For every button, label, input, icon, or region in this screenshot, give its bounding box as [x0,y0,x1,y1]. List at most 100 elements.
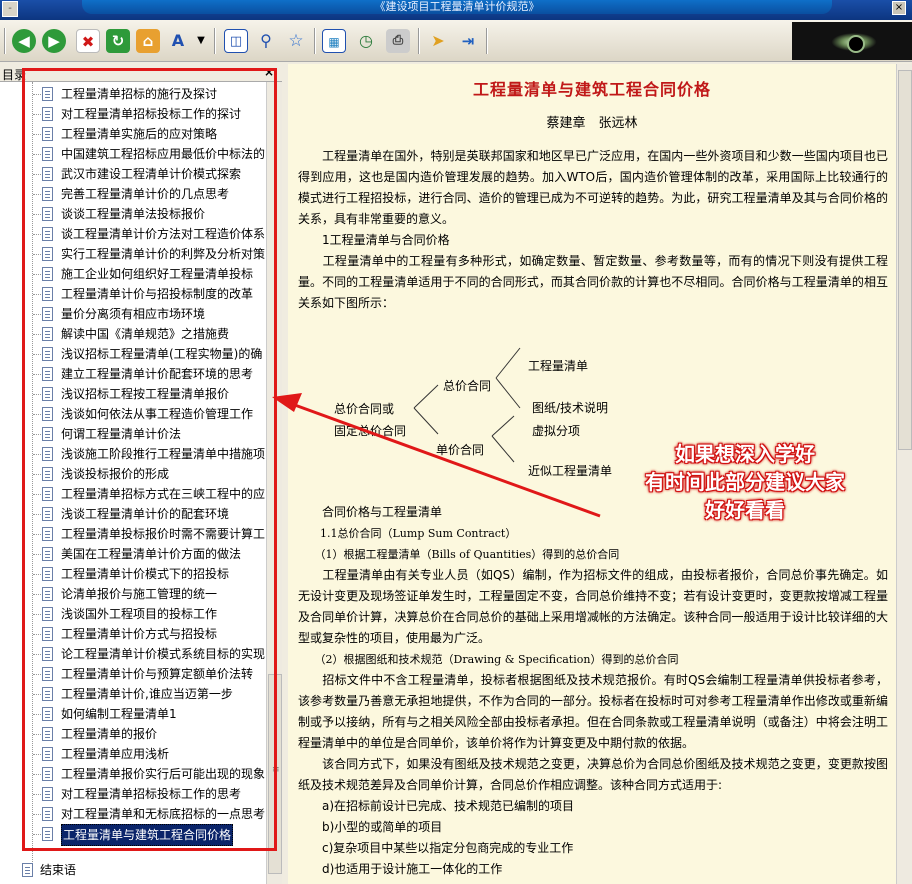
toc-close-button[interactable]: × [264,65,274,79]
toc-item-label: 工程量清单计价与预算定额单价法转 [61,667,254,681]
image-icon[interactable]: ▦ [322,29,346,53]
document-icon [42,507,53,521]
toc-item-label: 浅谈工程量清单计价的配套环境 [61,507,230,521]
article-authors: 蔡建章 张远林 [546,116,638,131]
paragraph: 招标文件中不含工程量清单，投标者根据图纸及技术规范报价。有时QS会编制工程量清单… [298,673,888,750]
print-icon[interactable]: ⎙ [386,29,410,53]
tree-branch-line [33,614,41,615]
toc-item-label: 工程量清单招标方式在三峡工程中的应 [61,487,265,501]
article-scrollbar[interactable] [896,64,912,884]
toc-scrollbar[interactable]: ≡ [266,82,282,884]
toc-title: 目录 [2,68,27,82]
tree-branch-line [33,774,41,775]
tree-branch-line [33,734,41,735]
panel-icon[interactable]: ◫ [224,29,248,53]
document-icon [42,767,53,781]
forward-icon[interactable]: ▶ [42,29,66,53]
export-icon[interactable]: ⇥ [456,29,480,53]
article-title: 工程量清单与建筑工程合同价格 [472,80,711,99]
tree-branch-line [33,694,41,695]
toc-item-label: 武汉市建设工程清单计价模式探索 [61,167,242,181]
paragraph: 工程量清单由有关专业人员（如QS）编制，作为招标文件的组成，由投标者报价，合同总… [298,568,888,645]
close-button[interactable]: × [892,1,906,15]
tree-branch-line [33,234,41,235]
section-heading: （2）根据图纸和技术规范（Drawing & Specification）得到的… [298,653,679,666]
section-heading: 1工程量清单与合同价格 [298,233,450,247]
document-icon [42,347,53,361]
document-icon [42,727,53,741]
toc-item-label: 工程量清单应用浅析 [61,747,170,761]
tree-branch-line [33,794,41,795]
tree-branch-line [33,634,41,635]
toolbar-separator [214,28,216,54]
toc-item-label: 工程量清单计价,谁应当迈第一步 [61,687,233,701]
tree-branch-line [33,574,41,575]
document-icon [42,107,53,121]
paragraph: 工程量清单在国外，特别是英联邦国家和地区早已广泛应用，在国内一些外资项目和少数一… [298,149,888,226]
toc-header: 目录 × [0,64,282,82]
annotation-line-3: 好好看看 [705,498,785,522]
dropdown-icon[interactable]: ▼ [194,29,208,53]
toc-item-label: 何谓工程量清单计价法 [61,427,182,441]
tree-branch-line [33,394,41,395]
document-icon [42,167,53,181]
tree-branch-line [33,194,41,195]
toc-item-label: 论清单报价与施工管理的统一 [61,587,218,601]
tree-branch-line [33,154,41,155]
document-icon [42,267,53,281]
document-icon [42,707,53,721]
history-icon[interactable]: ◷ [354,29,378,53]
tree-branch-line [33,174,41,175]
toc-item-label: 工程量清单计价方式与招投标 [61,627,218,641]
diagram-leaf-virtual-items: 虚拟分项 [532,424,581,438]
list-item: c)复杂项目中某些以指定分包商完成的专业工作 [298,841,574,855]
tree-branch-line [33,814,41,815]
annotation-line-1: 如果想深入学好 [675,442,815,466]
document-icon [42,447,53,461]
toolbar: ◀ ▶ ✖ ↻ ⌂ A ▼ ◫ ⚲ ☆ ▦ ◷ ⎙ ➤ ⇥ [0,20,912,62]
diagram-leaf-drawings: 图纸/技术说明 [532,401,609,415]
toc-item-label: 谈工程量清单计价方法对工程造价体系 [61,227,265,241]
tree-branch-line [33,654,41,655]
toc-item-label: 浅谈如何依法从事工程造价管理工作 [61,407,254,421]
toc-item-label: 结束语 [40,863,77,877]
tree-branch-line [33,294,41,295]
article-scrollbar-thumb[interactable] [898,70,912,450]
toc-scrollbar-thumb[interactable]: ≡ [268,674,282,874]
toc-item-label: 对工程量清单招标投标工作的思考 [61,787,242,801]
toc-item-label: 谈谈工程量清单法投标报价 [61,207,206,221]
favorite-icon[interactable]: ☆ [284,29,308,53]
diagram-node-unit-price: 单价合同 [436,443,485,457]
toolbar-separator [418,28,420,54]
toolbar-separator [4,28,6,54]
pointer-icon[interactable]: ➤ [426,29,450,53]
search-icon[interactable]: ⚲ [254,29,278,53]
annotation-line-2: 有时间此部分建议大家 [645,470,845,494]
list-item: b)小型的或简单的项目 [298,820,443,834]
refresh-icon[interactable]: ↻ [106,29,130,53]
home-icon[interactable]: ⌂ [136,29,160,53]
document-icon [42,127,53,141]
table-of-contents-panel: 目录 × 工程量清单招标的施行及探讨 对工程量清单招标投标工作的探讨 工程量清单实施… [0,64,282,884]
document-icon [42,607,53,621]
diagram-node-root-line1: 总价合同或 [334,402,395,416]
document-icon [42,747,53,761]
tree-branch-line [33,534,41,535]
toc-item-label: 解读中国《清单规范》之措施费 [61,327,230,341]
back-icon[interactable]: ◀ [12,29,36,53]
toc-item-label: 浅议招标工程量清单(工程实物量)的确 [61,347,263,361]
toc-item-label: 工程量清单报价实行后可能出现的现象 [61,767,265,781]
document-icon [42,287,53,301]
toc-item-label: 对工程量清单和无标底招标的一点思考 [61,807,265,821]
system-menu-button[interactable]: - [2,1,18,17]
toc-item-label: 浅谈施工阶段推行工程量清单中措施项目的 [61,447,265,461]
tree-branch-line [33,254,41,255]
toc-item-label: 工程量清单招标的施行及探讨 [61,87,218,101]
document-icon [42,567,53,581]
font-icon[interactable]: A [166,29,190,53]
document-icon [42,187,53,201]
document-icon [42,207,53,221]
toc-item-label: 工程量清单计价模式下的招投标 [61,567,230,581]
document-icon [42,827,53,841]
stop-icon[interactable]: ✖ [76,29,100,53]
